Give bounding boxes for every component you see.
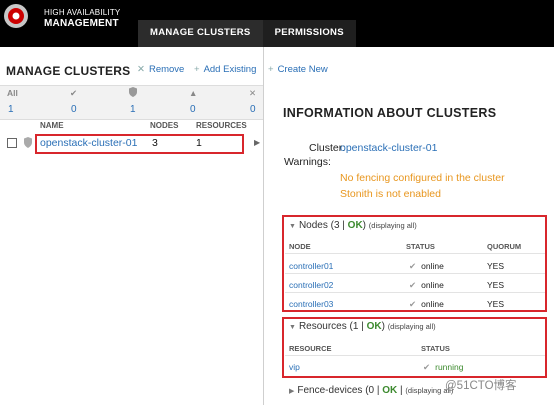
plus-icon: +: [194, 64, 200, 75]
filter-warning-count: 0: [190, 104, 196, 115]
filter-ok[interactable]: ✔ 0: [55, 86, 110, 121]
remove-button[interactable]: ✕ Remove: [137, 64, 184, 75]
cluster-value-link[interactable]: openstack-cluster-01: [340, 142, 437, 154]
top-bar: HIGH AVAILABILITY MANAGEMENT MANAGE CLUS…: [0, 0, 554, 47]
filter-warning[interactable]: ▲ 0: [165, 86, 220, 121]
filter-unknown-count: 0: [250, 104, 256, 115]
fence-header-text: Fence-devices (0 |: [297, 385, 383, 396]
filter-all-label: All: [7, 88, 18, 98]
watermark: @51CTO博客: [445, 380, 517, 392]
filter-all-count: 1: [8, 104, 14, 115]
remove-icon: ✕: [137, 64, 145, 75]
expand-triangle-icon: ▶: [289, 388, 295, 395]
tab-manage-clusters[interactable]: MANAGE CLUSTERS: [138, 20, 263, 47]
add-existing-label: Add Existing: [203, 64, 257, 75]
col-nodes-header[interactable]: NODES: [150, 121, 178, 130]
col-name-header[interactable]: NAME: [40, 121, 64, 130]
check-icon: ✔: [70, 88, 78, 98]
clusters-panel: MANAGE CLUSTERS ✕ Remove + Add Existing Al…: [0, 47, 264, 405]
highlight-box: [35, 134, 244, 154]
add-existing-button[interactable]: + Add Existing: [194, 64, 256, 75]
shield-icon: [24, 137, 32, 148]
brand-line2: MANAGEMENT: [44, 18, 119, 29]
highlight-box: [282, 215, 547, 312]
fence-devices-section-header[interactable]: ▶ Fence-devices (0 | OK | (displaying all…: [289, 385, 453, 396]
filter-ok-count: 0: [71, 104, 77, 115]
filter-error[interactable]: 1: [110, 86, 165, 121]
status-filter-bar: All 1 ✔ 0 1 ▲ 0 ✕ 0: [0, 85, 263, 120]
warning-icon: ▲: [189, 88, 198, 98]
remove-label: Remove: [148, 64, 185, 75]
nav-tabs: MANAGE CLUSTERS PERMISSIONS: [138, 20, 356, 47]
tab-permissions[interactable]: PERMISSIONS: [262, 20, 356, 47]
shield-icon: [129, 87, 137, 99]
warning-text: No fencing configured in the cluster: [340, 172, 505, 184]
close-icon: ✕: [249, 88, 257, 98]
warning-text: Stonith is not enabled: [340, 188, 441, 200]
col-resources-header[interactable]: RESOURCES: [196, 121, 247, 130]
filter-error-count: 1: [130, 104, 136, 115]
page-title: MANAGE CLUSTERS: [6, 64, 131, 78]
brand: HIGH AVAILABILITY MANAGEMENT: [44, 8, 120, 29]
filter-all[interactable]: All 1: [0, 86, 55, 121]
cluster-checkbox[interactable]: [7, 138, 17, 148]
fence-ok-status: OK: [382, 385, 398, 396]
highlight-box: [282, 317, 547, 378]
info-title: INFORMATION ABOUT CLUSTERS: [283, 106, 497, 120]
cluster-info-panel: INFORMATION ABOUT CLUSTERS Cluster: open…: [265, 47, 554, 405]
brand-line1: HIGH AVAILABILITY: [44, 8, 121, 17]
warnings-label: Warnings:: [284, 156, 331, 168]
redhat-logo-icon: [4, 4, 28, 28]
expand-arrow-icon[interactable]: ▶: [254, 138, 260, 147]
